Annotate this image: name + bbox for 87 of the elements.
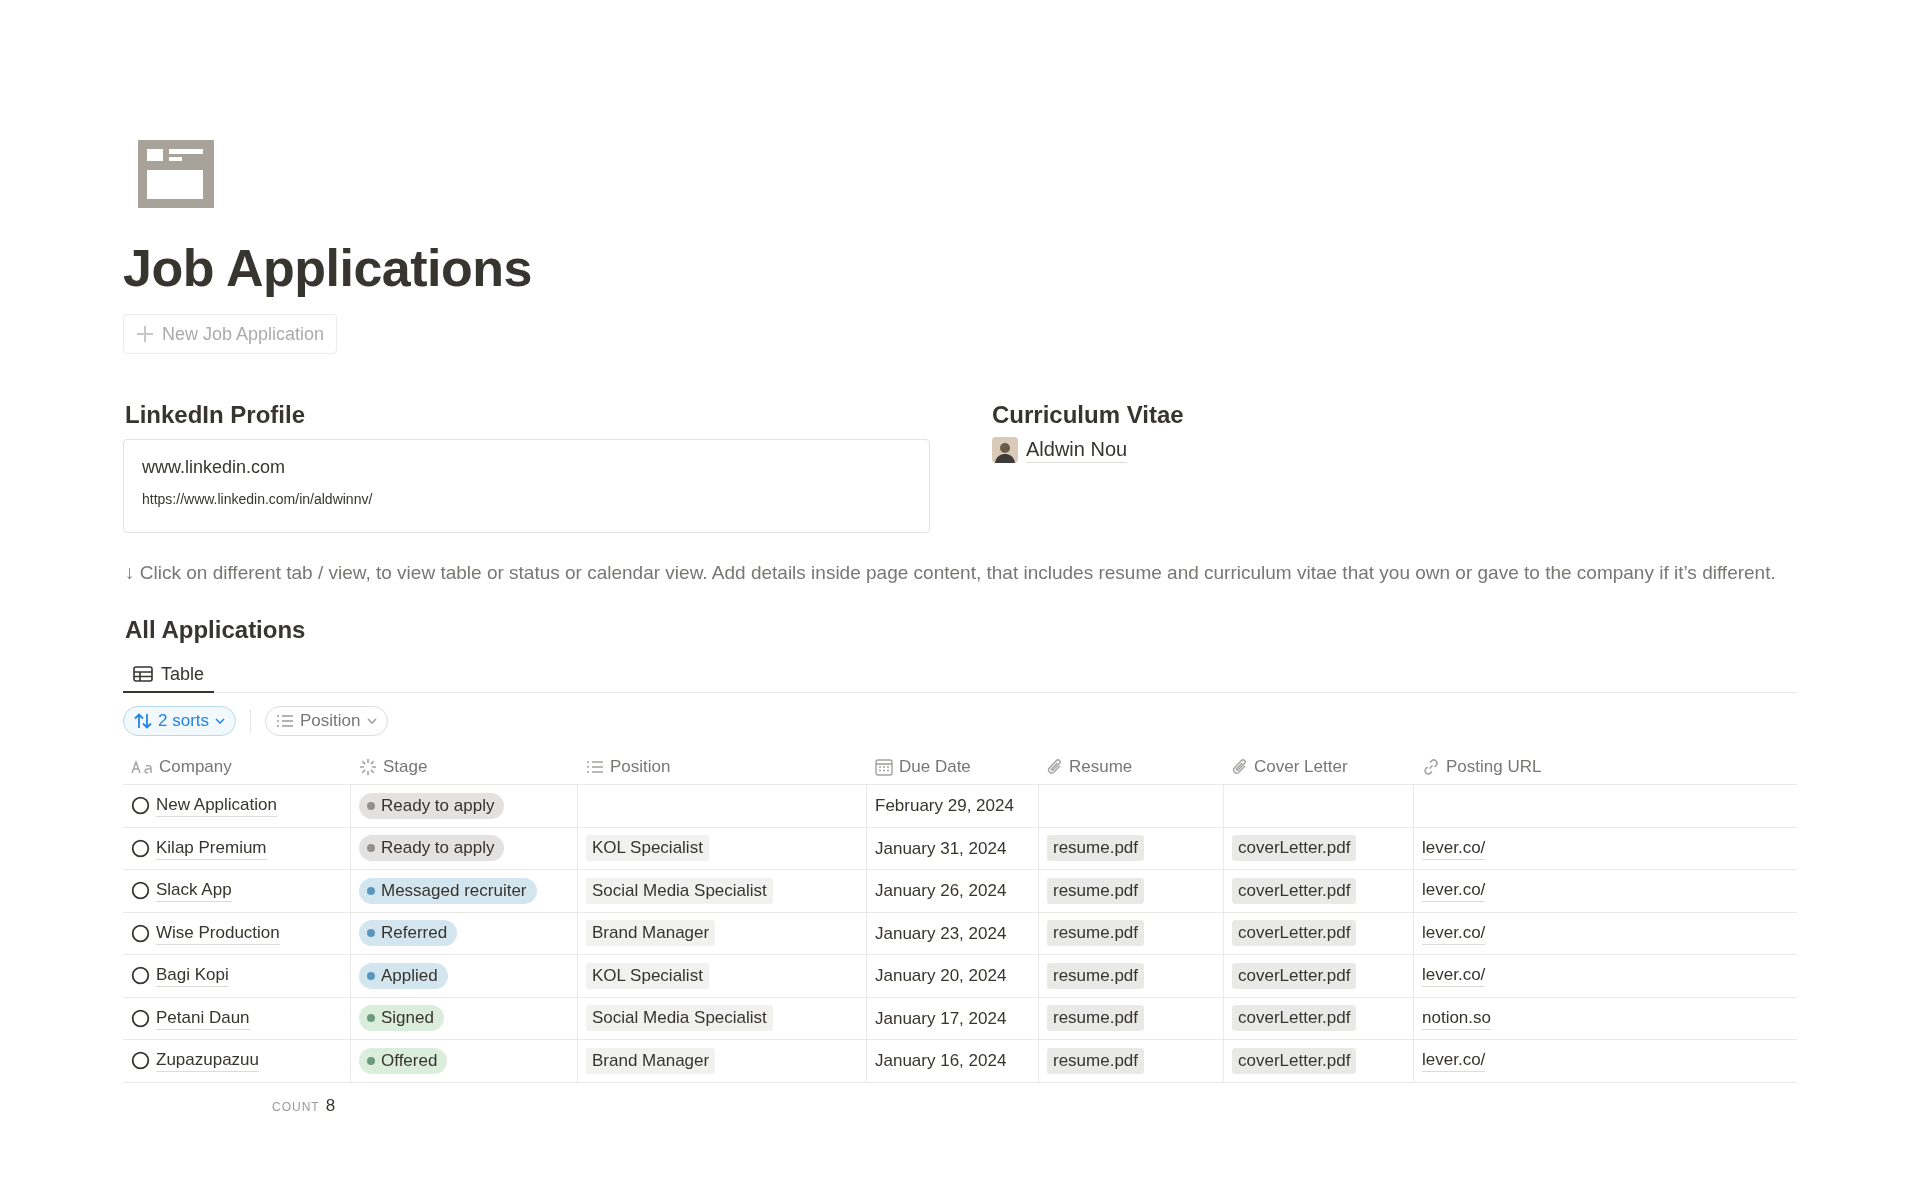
chevron-icon [366,718,377,724]
page-title: Job Applications [123,238,533,298]
circle-icon [131,796,150,816]
section-heading: All Applications [124,615,307,645]
stage-tag: Ready to apply [359,792,505,819]
circle-icon [131,966,150,986]
chevron-icon [215,718,226,724]
date-text: January 17, 2024 [875,1007,1007,1030]
calendar-icon [875,757,893,776]
url-link[interactable]: lever.co/ [1422,964,1486,988]
list-icon [276,714,295,728]
layout-icon [138,140,214,208]
position-tag: KOL Specialist [586,835,709,862]
paperclip-icon [1232,757,1248,776]
sort-button[interactable]: 2 sorts [123,706,237,736]
text-type-icon [131,759,153,774]
count-label: COUNT [272,1098,320,1116]
date-text: January 23, 2024 [875,922,1007,945]
circle-icon [131,881,150,901]
view-tab[interactable]: Table [123,657,215,693]
url-link[interactable]: lever.co/ [1422,879,1486,903]
company-link[interactable]: Petani Daun [156,1006,250,1030]
file-chip: resume.pdf [1047,1005,1145,1032]
section-heading: Curriculum Vitae [992,400,1184,430]
company-link[interactable]: Kilap Premium [156,836,267,860]
bookmark-title: www.linkedin.com [142,456,287,478]
paperclip-icon [1047,757,1063,776]
date-text: February 29, 2024 [875,795,1014,817]
column-header[interactable]: Position [610,753,671,780]
column-header[interactable]: Stage [383,753,428,780]
company-link[interactable]: Bagi Kopi [156,964,229,988]
position-tag: Brand Manager [586,920,716,947]
bookmark-card[interactable]: www.linkedin.com https://www.linkedin.com/in/aldwinnv/ [123,439,930,533]
column-header[interactable]: Due Date [899,753,971,780]
bookmark-url: https://www.linkedin.com/in/aldwinnv/ [142,490,374,508]
circle-icon [131,838,150,858]
date-text: January 20, 2024 [875,965,1007,987]
file-chip: coverLetter.pdf [1232,1047,1357,1074]
file-chip: resume.pdf [1047,920,1145,947]
list-icon [586,759,604,774]
file-chip: coverLetter.pdf [1232,920,1357,947]
person-link[interactable]: Aldwin Nou [1026,436,1128,463]
url-link[interactable]: notion.so [1422,1006,1491,1030]
stage-tag: Messaged recruiter [359,877,537,904]
file-chip: coverLetter.pdf [1232,1005,1357,1032]
position-tag: Social Media Specialist [586,877,773,904]
file-chip: coverLetter.pdf [1232,962,1357,989]
column-header[interactable]: Resume [1069,753,1133,780]
column-header[interactable]: Company [159,753,232,780]
date-text: January 26, 2024 [875,880,1007,902]
column-header[interactable]: Cover Letter [1254,753,1348,780]
instruction-text: ↓ Click on different tab / view, to view table or status or calendar view. Add details inside page content, that includes resume and curriculum vitae that you own or gave to the company if it’s different. [124,561,1777,585]
stage-tag: Applied [359,962,448,989]
count-value: 8 [325,1094,336,1117]
spinner-icon [359,757,377,776]
avatar-icon [992,436,1018,463]
circle-icon [131,1008,150,1028]
url-link[interactable]: lever.co/ [1422,921,1486,945]
position-tag: Social Media Specialist [586,1005,773,1032]
file-chip: coverLetter.pdf [1232,835,1357,862]
table-icon [133,666,153,682]
section-heading: LinkedIn Profile [124,400,307,430]
company-link[interactable]: Wise Production [156,921,280,945]
plus-icon [136,325,154,343]
stage-tag: Signed [359,1005,444,1032]
file-chip: coverLetter.pdf [1232,877,1357,904]
company-link[interactable]: Slack App [156,879,232,903]
sort-icon [134,713,152,729]
url-link[interactable]: lever.co/ [1422,1049,1486,1073]
stage-tag: Referred [359,920,458,947]
position-tag: KOL Specialist [586,962,709,989]
file-chip: resume.pdf [1047,835,1145,862]
file-chip: resume.pdf [1047,962,1145,989]
company-link[interactable]: Zupazupazuu [156,1049,260,1073]
stage-tag: Offered [359,1047,448,1074]
date-text: January 16, 2024 [875,1050,1007,1072]
file-chip: resume.pdf [1047,1047,1145,1074]
position-tag: Brand Manager [586,1047,716,1074]
file-chip: resume.pdf [1047,877,1145,904]
column-header[interactable]: Posting URL [1446,753,1542,780]
stage-tag: Ready to apply [359,835,505,862]
link-icon [1422,757,1440,776]
circle-icon [131,1051,150,1071]
url-link[interactable]: lever.co/ [1422,836,1486,860]
circle-icon [131,923,150,943]
date-text: January 31, 2024 [875,837,1007,860]
company-link[interactable]: New Application [156,794,277,818]
